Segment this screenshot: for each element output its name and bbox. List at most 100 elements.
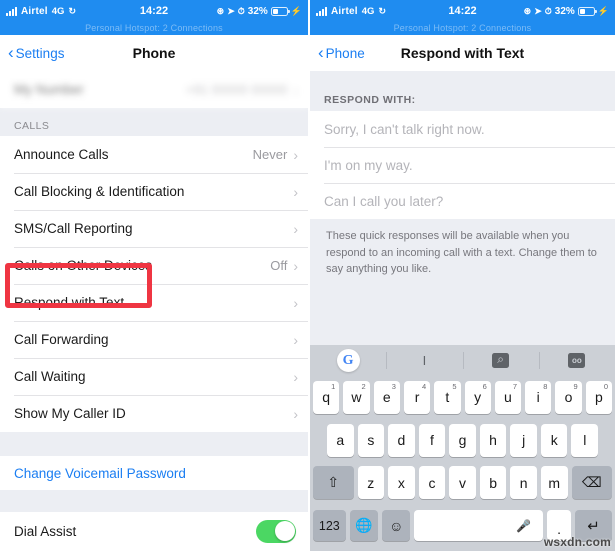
battery-icon [577,6,597,16]
row-announce-calls[interactable]: Announce Calls Never › [0,136,308,173]
status-bar-left: Airtel 4G ↻ 14:22 ⊛ ➤ ⏱ 32% ⚡ [0,0,308,22]
row-right: Off › [270,258,298,273]
key-i[interactable]: 8i [525,380,552,414]
status-right-group: ⊛ ➤ ⏱ 32% ⚡ [217,6,302,17]
chevron-right-icon: › [293,81,298,98]
network-type-label: 4G [361,5,375,17]
row-dial-assist[interactable]: Dial Assist [0,512,308,550]
row-call-waiting[interactable]: Call Waiting › [0,358,308,395]
key-z[interactable]: z [357,466,385,500]
respond-with-text-body: RESPOND WITH: Sorry, I can't talk right … [310,71,615,389]
settings-list: My Number +91 00000 00000 › CALLS Announ… [0,71,308,551]
status-left-group: Airtel 4G ↻ [6,6,76,17]
group-separator-2 [0,490,308,512]
sticker-search-icon[interactable] [462,345,539,376]
key-e[interactable]: 3e [373,380,400,414]
left-phone-screen: Airtel 4G ↻ 14:22 ⊛ ➤ ⏱ 32% ⚡ Personal H… [0,0,308,551]
key-p[interactable]: 0p [585,380,612,414]
key-f[interactable]: f [418,423,446,457]
row-my-number-right: +91 00000 00000 › [186,82,298,97]
change-voicemail-password-link[interactable]: Change Voicemail Password [0,456,308,490]
key-d[interactable]: d [388,423,415,457]
key-u[interactable]: 7u [494,380,522,414]
alarm-icon: ⏱ [544,5,552,16]
status-bar-right: Airtel 4G ↻ 14:22 ⊛ ➤ ⏱ 32% ⚡ [310,0,615,22]
key-r[interactable]: 4r [403,380,431,414]
dial-assist-toggle[interactable] [256,519,296,543]
link-icon: ⊛ [216,5,225,16]
right-phone-screen: Airtel 4G ↻ 14:22 ⊛ ➤ ⏱ 32% ⚡ Personal H… [310,0,615,551]
key-c[interactable]: c [418,466,446,500]
key-num: 4 [422,381,427,391]
keyboard-row-2: a s d f g h j k l [310,419,615,462]
key-label: r [414,389,420,406]
microphone-icon[interactable]: 🎤 [516,519,531,533]
network-type-label: 4G [51,5,65,17]
signal-bars-icon [316,6,327,16]
chevron-right-icon: › [293,331,298,348]
response-item-1[interactable]: Sorry, I can't talk right now. [310,111,615,147]
key-t[interactable]: 5t [434,380,461,414]
key-k[interactable]: k [540,423,568,457]
row-my-number-value: +91 00000 00000 [185,82,288,97]
emoji-icon[interactable]: ☺ [382,510,411,542]
globe-icon[interactable]: 🌐 [349,510,379,542]
key-m[interactable]: m [540,466,568,500]
row-call-forwarding[interactable]: Call Forwarding › [0,321,308,358]
row-sms-call-reporting[interactable]: SMS/Call Reporting › [0,210,308,247]
carrier-label: Airtel [21,5,48,17]
shift-key-icon[interactable]: ⇧ [313,466,354,500]
key-label: q [322,389,331,406]
key-a[interactable]: a [326,423,354,457]
key-w[interactable]: 2w [343,380,370,414]
key-n[interactable]: n [510,466,537,500]
cursor-icon[interactable]: I [386,345,462,376]
keyboard-row-3: ⇧ z x c v b n m ⌫ [310,462,615,505]
key-h[interactable]: h [479,423,507,457]
row-calls-on-other-devices[interactable]: Calls on Other Devices Off › [0,247,308,284]
row-my-number-label: My Number [14,82,84,97]
top-spacer [310,71,615,85]
key-x[interactable]: x [388,466,415,500]
key-o[interactable]: 9o [555,380,582,414]
key-s[interactable]: s [357,423,385,457]
space-key[interactable]: 🎤 [414,510,543,542]
back-to-settings-button[interactable]: ‹ Settings [8,44,64,61]
key-num: 9 [573,381,578,391]
on-screen-keyboard: G I 1q 2w 3e 4r 5t 6y 7u 8i 9o 0p a s d [310,345,615,551]
key-label: e [382,389,391,406]
charging-bolt-icon: ⚡ [597,5,609,16]
row-show-my-caller-id[interactable]: Show My Caller ID › [0,395,308,432]
row-right: › [293,370,298,384]
nav-bar-left: ‹ Settings Phone [0,35,308,71]
response-item-2[interactable]: I'm on my way. [310,147,615,183]
google-logo-icon[interactable]: G [310,345,386,376]
key-label: p [594,389,603,406]
key-v[interactable]: v [449,466,476,500]
chevron-right-icon: › [293,146,298,163]
row-respond-with-text[interactable]: Respond with Text › [0,284,308,321]
back-to-phone-button[interactable]: ‹ Phone [318,44,365,61]
row-call-blocking[interactable]: Call Blocking & Identification › [0,173,308,210]
key-num: 8 [543,381,548,391]
numbers-key[interactable]: 123 [313,510,346,542]
key-b[interactable]: b [479,466,507,500]
key-label: t [445,389,450,406]
key-y[interactable]: 6y [464,380,491,414]
response-item-3[interactable]: Can I call you later? [310,183,615,219]
chevron-right-icon: › [293,368,298,385]
row-my-number[interactable]: My Number +91 00000 00000 › [0,71,308,108]
key-g[interactable]: g [449,423,476,457]
row-label: Respond with Text [14,295,125,310]
key-q[interactable]: 1q [313,380,340,414]
key-num: 5 [452,381,457,391]
backspace-key-icon[interactable]: ⌫ [571,466,612,500]
site-watermark: wsxdn.com [543,535,611,549]
hotspot-banner-left: Personal Hotspot: 2 Connections [0,22,308,35]
location-arrow-icon: ➤ [227,5,235,16]
battery-percent-label: 32% [247,5,268,17]
dial-assist-label: Dial Assist [14,523,77,539]
key-l[interactable]: l [571,423,599,457]
gif-clipboard-icon[interactable] [538,345,615,376]
key-j[interactable]: j [510,423,537,457]
